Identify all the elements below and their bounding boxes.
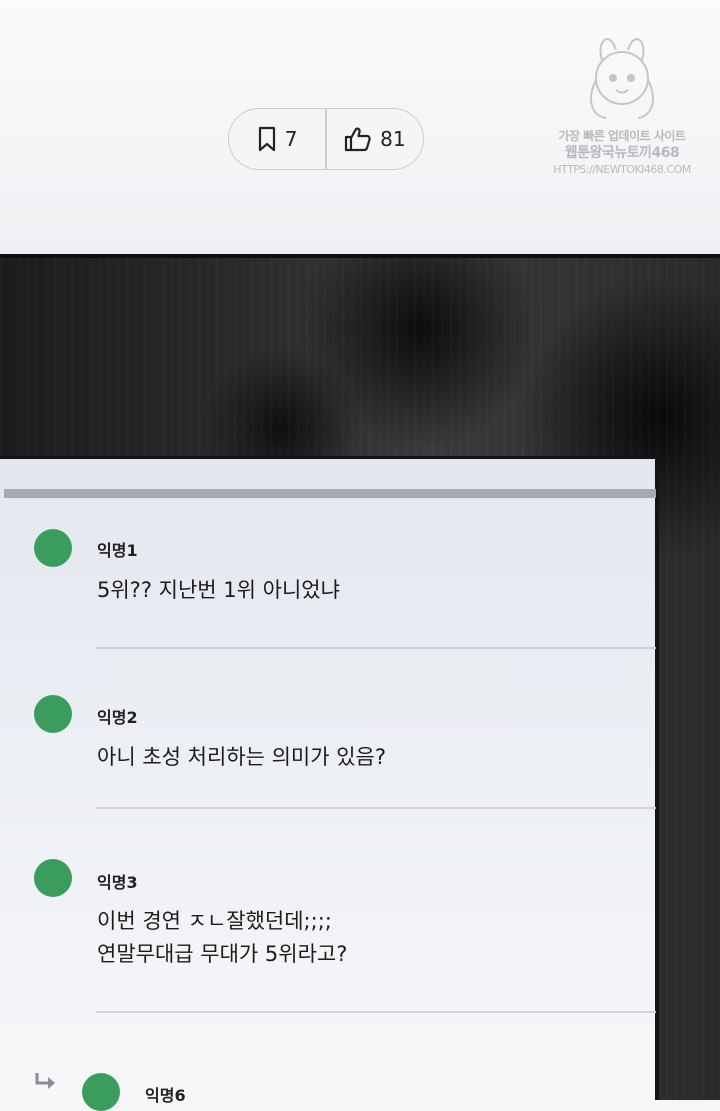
comment-divider xyxy=(96,1011,656,1013)
bookmark-icon xyxy=(257,126,277,152)
avatar xyxy=(34,695,72,733)
comment-author: 익명1 xyxy=(97,541,138,560)
comment-author: 익명6 xyxy=(145,1086,186,1105)
reaction-pill: 7 81 xyxy=(228,108,424,170)
reply-arrow-icon xyxy=(35,1073,55,1089)
comment-text: 5위?? 지난번 1위 아니었냐 xyxy=(97,578,340,602)
watermark-line1: 가장 빠른 업데이트 사이트 xyxy=(558,129,686,143)
thumbs-up-icon xyxy=(344,126,372,152)
avatar xyxy=(82,1073,120,1111)
like-count: 81 xyxy=(380,127,406,151)
comment-divider xyxy=(96,647,656,649)
watermark-line2: 웹툰왕국뉴토끼468 xyxy=(564,145,680,161)
comment-author: 익명3 xyxy=(97,873,138,892)
panel-strip xyxy=(4,489,656,498)
mascot-logo xyxy=(590,38,654,119)
bookmark-button[interactable]: 7 xyxy=(229,109,325,169)
top-area: 7 81 가장 빠른 업데이트 사이트 웹툰왕국뉴토끼468 HTTPS://N… xyxy=(0,0,720,258)
avatar xyxy=(34,529,72,567)
comment-author: 익명2 xyxy=(97,708,138,727)
comment-text: 이번 경연 ㅈㄴ잘했던데;;;; 연말무대급 무대가 5위라고? xyxy=(97,909,348,966)
comment-divider xyxy=(96,807,656,809)
site-watermark: 가장 빠른 업데이트 사이트 웹툰왕국뉴토끼468 HTTPS://NEWTOK… xyxy=(552,20,692,196)
avatar xyxy=(34,859,72,897)
bookmark-count: 7 xyxy=(284,127,298,151)
watermark-url: HTTPS://NEWTOKI468.COM xyxy=(553,163,691,176)
comment-text: 아니 초성 처리하는 의미가 있음? xyxy=(97,745,387,769)
comment-panel: 익명1 5위?? 지난번 1위 아니었냐 익명2 아니 초성 처리하는 의미가 … xyxy=(0,456,659,1111)
like-button[interactable]: 81 xyxy=(327,109,423,169)
